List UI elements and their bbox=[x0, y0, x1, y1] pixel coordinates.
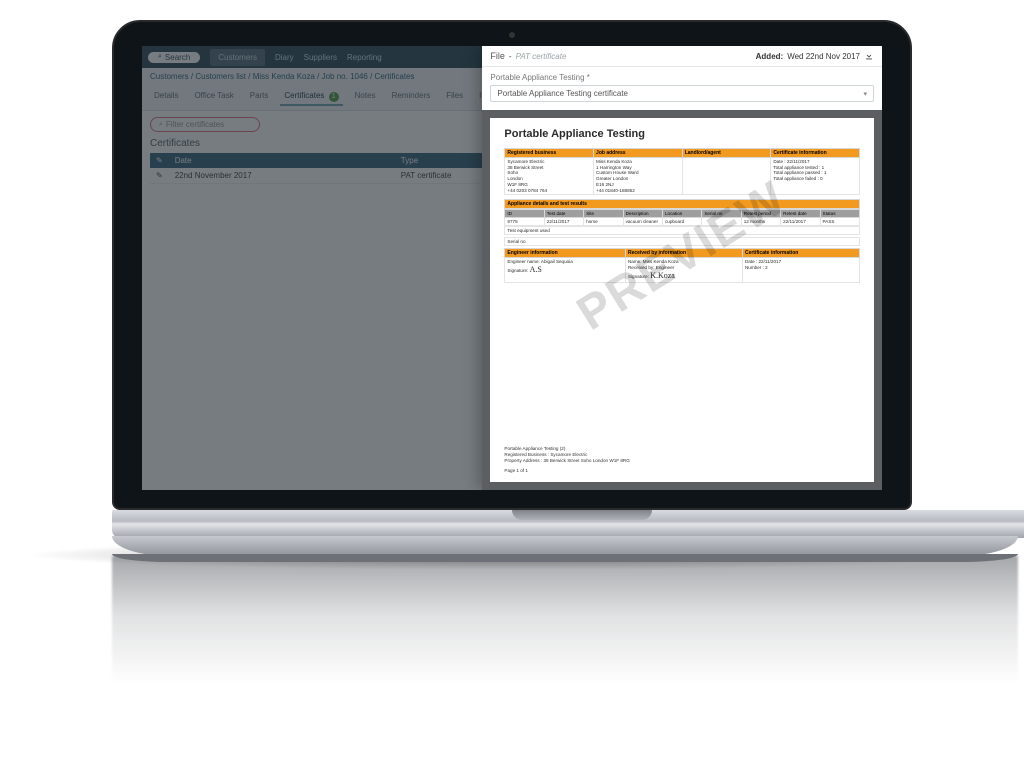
hdr-land: Landlord/agent bbox=[682, 149, 771, 158]
received-cell: Name: Miss Kenda Koza Received by: Engin… bbox=[625, 258, 742, 282]
engineer-signature: A.S bbox=[530, 265, 542, 274]
certinfo-cell: Date : 22/11/2017 Number : 2 bbox=[742, 258, 859, 282]
added-value: Wed 22nd Nov 2017 bbox=[787, 52, 860, 61]
hdr-job: Job address bbox=[594, 149, 683, 158]
laptop-reflection bbox=[112, 556, 1018, 706]
screen: ⌕ Search Customers Diary Suppliers Repor… bbox=[142, 46, 882, 490]
screen-bezel: ⌕ Search Customers Diary Suppliers Repor… bbox=[112, 20, 912, 510]
download-icon[interactable] bbox=[864, 51, 874, 61]
reg-business-cell: Sycamore Electric38 Berwick StreetSohoLo… bbox=[505, 158, 594, 195]
document-preview-frame: Portable Appliance Testing PREVIEW Regis… bbox=[482, 110, 882, 490]
panel-header: File - PAT certificate Added: Wed 22nd N… bbox=[482, 46, 882, 67]
appliance-table: IDTest dateSiteDescriptionLocationSerial… bbox=[504, 209, 860, 226]
appliance-bar: Appliance details and test results bbox=[504, 199, 860, 209]
hdr-reg: Registered business bbox=[505, 149, 594, 158]
cert-title: Portable Appliance Testing bbox=[504, 128, 860, 140]
panel-subtitle: PAT certificate bbox=[516, 52, 567, 61]
laptop-mockup: ⌕ Search Customers Diary Suppliers Repor… bbox=[112, 20, 912, 706]
equipment-row: Test equipment used bbox=[504, 226, 860, 235]
trackpad-notch bbox=[512, 510, 652, 520]
signoff-table: Engineer information Received by informa… bbox=[504, 248, 860, 282]
appliance-row: 977522/11/2017homevacuum cleanercupboard… bbox=[505, 218, 860, 226]
received-signature: K.Koza bbox=[650, 271, 675, 280]
job-address-cell: Miss Kenda Koza1 Harrington WayCustom Ho… bbox=[594, 158, 683, 195]
certificate-type-select[interactable]: Portable Appliance Testing certificate ▾ bbox=[490, 85, 874, 102]
document-preview: Portable Appliance Testing PREVIEW Regis… bbox=[490, 118, 874, 482]
laptop-base bbox=[112, 536, 1018, 556]
document-footer: Portable Appliance Testing (2) Registere… bbox=[504, 446, 860, 474]
select-value: Portable Appliance Testing certificate bbox=[497, 89, 628, 98]
recv-bar: Received by information bbox=[625, 249, 742, 258]
cert-header-table: Registered business Job address Landlord… bbox=[504, 148, 860, 195]
certinfo-bar: Certificate information bbox=[742, 249, 859, 258]
certificate-type-label: Portable Appliance Testing * bbox=[490, 73, 874, 82]
landlord-cell bbox=[682, 158, 771, 195]
cert-info-cell: Date : 22/11/2017Total appliance tested … bbox=[771, 158, 860, 195]
engineer-cell: Engineer name: Abigail Sequoia Signature… bbox=[505, 258, 626, 282]
serial-row: Serial no bbox=[504, 237, 860, 246]
file-panel: File - PAT certificate Added: Wed 22nd N… bbox=[482, 46, 882, 490]
laptop-hinge bbox=[112, 510, 1024, 538]
panel-title: File bbox=[490, 51, 505, 61]
page-indicator: Page 1 of 1 bbox=[504, 468, 860, 474]
panel-form: Portable Appliance Testing * Portable Ap… bbox=[482, 67, 882, 110]
chevron-down-icon: ▾ bbox=[863, 90, 867, 98]
eng-bar: Engineer information bbox=[505, 249, 626, 258]
camera-dot bbox=[509, 32, 515, 38]
separator: - bbox=[509, 52, 512, 61]
hdr-info: Certificate information bbox=[771, 149, 860, 158]
added-label: Added: bbox=[756, 52, 784, 61]
